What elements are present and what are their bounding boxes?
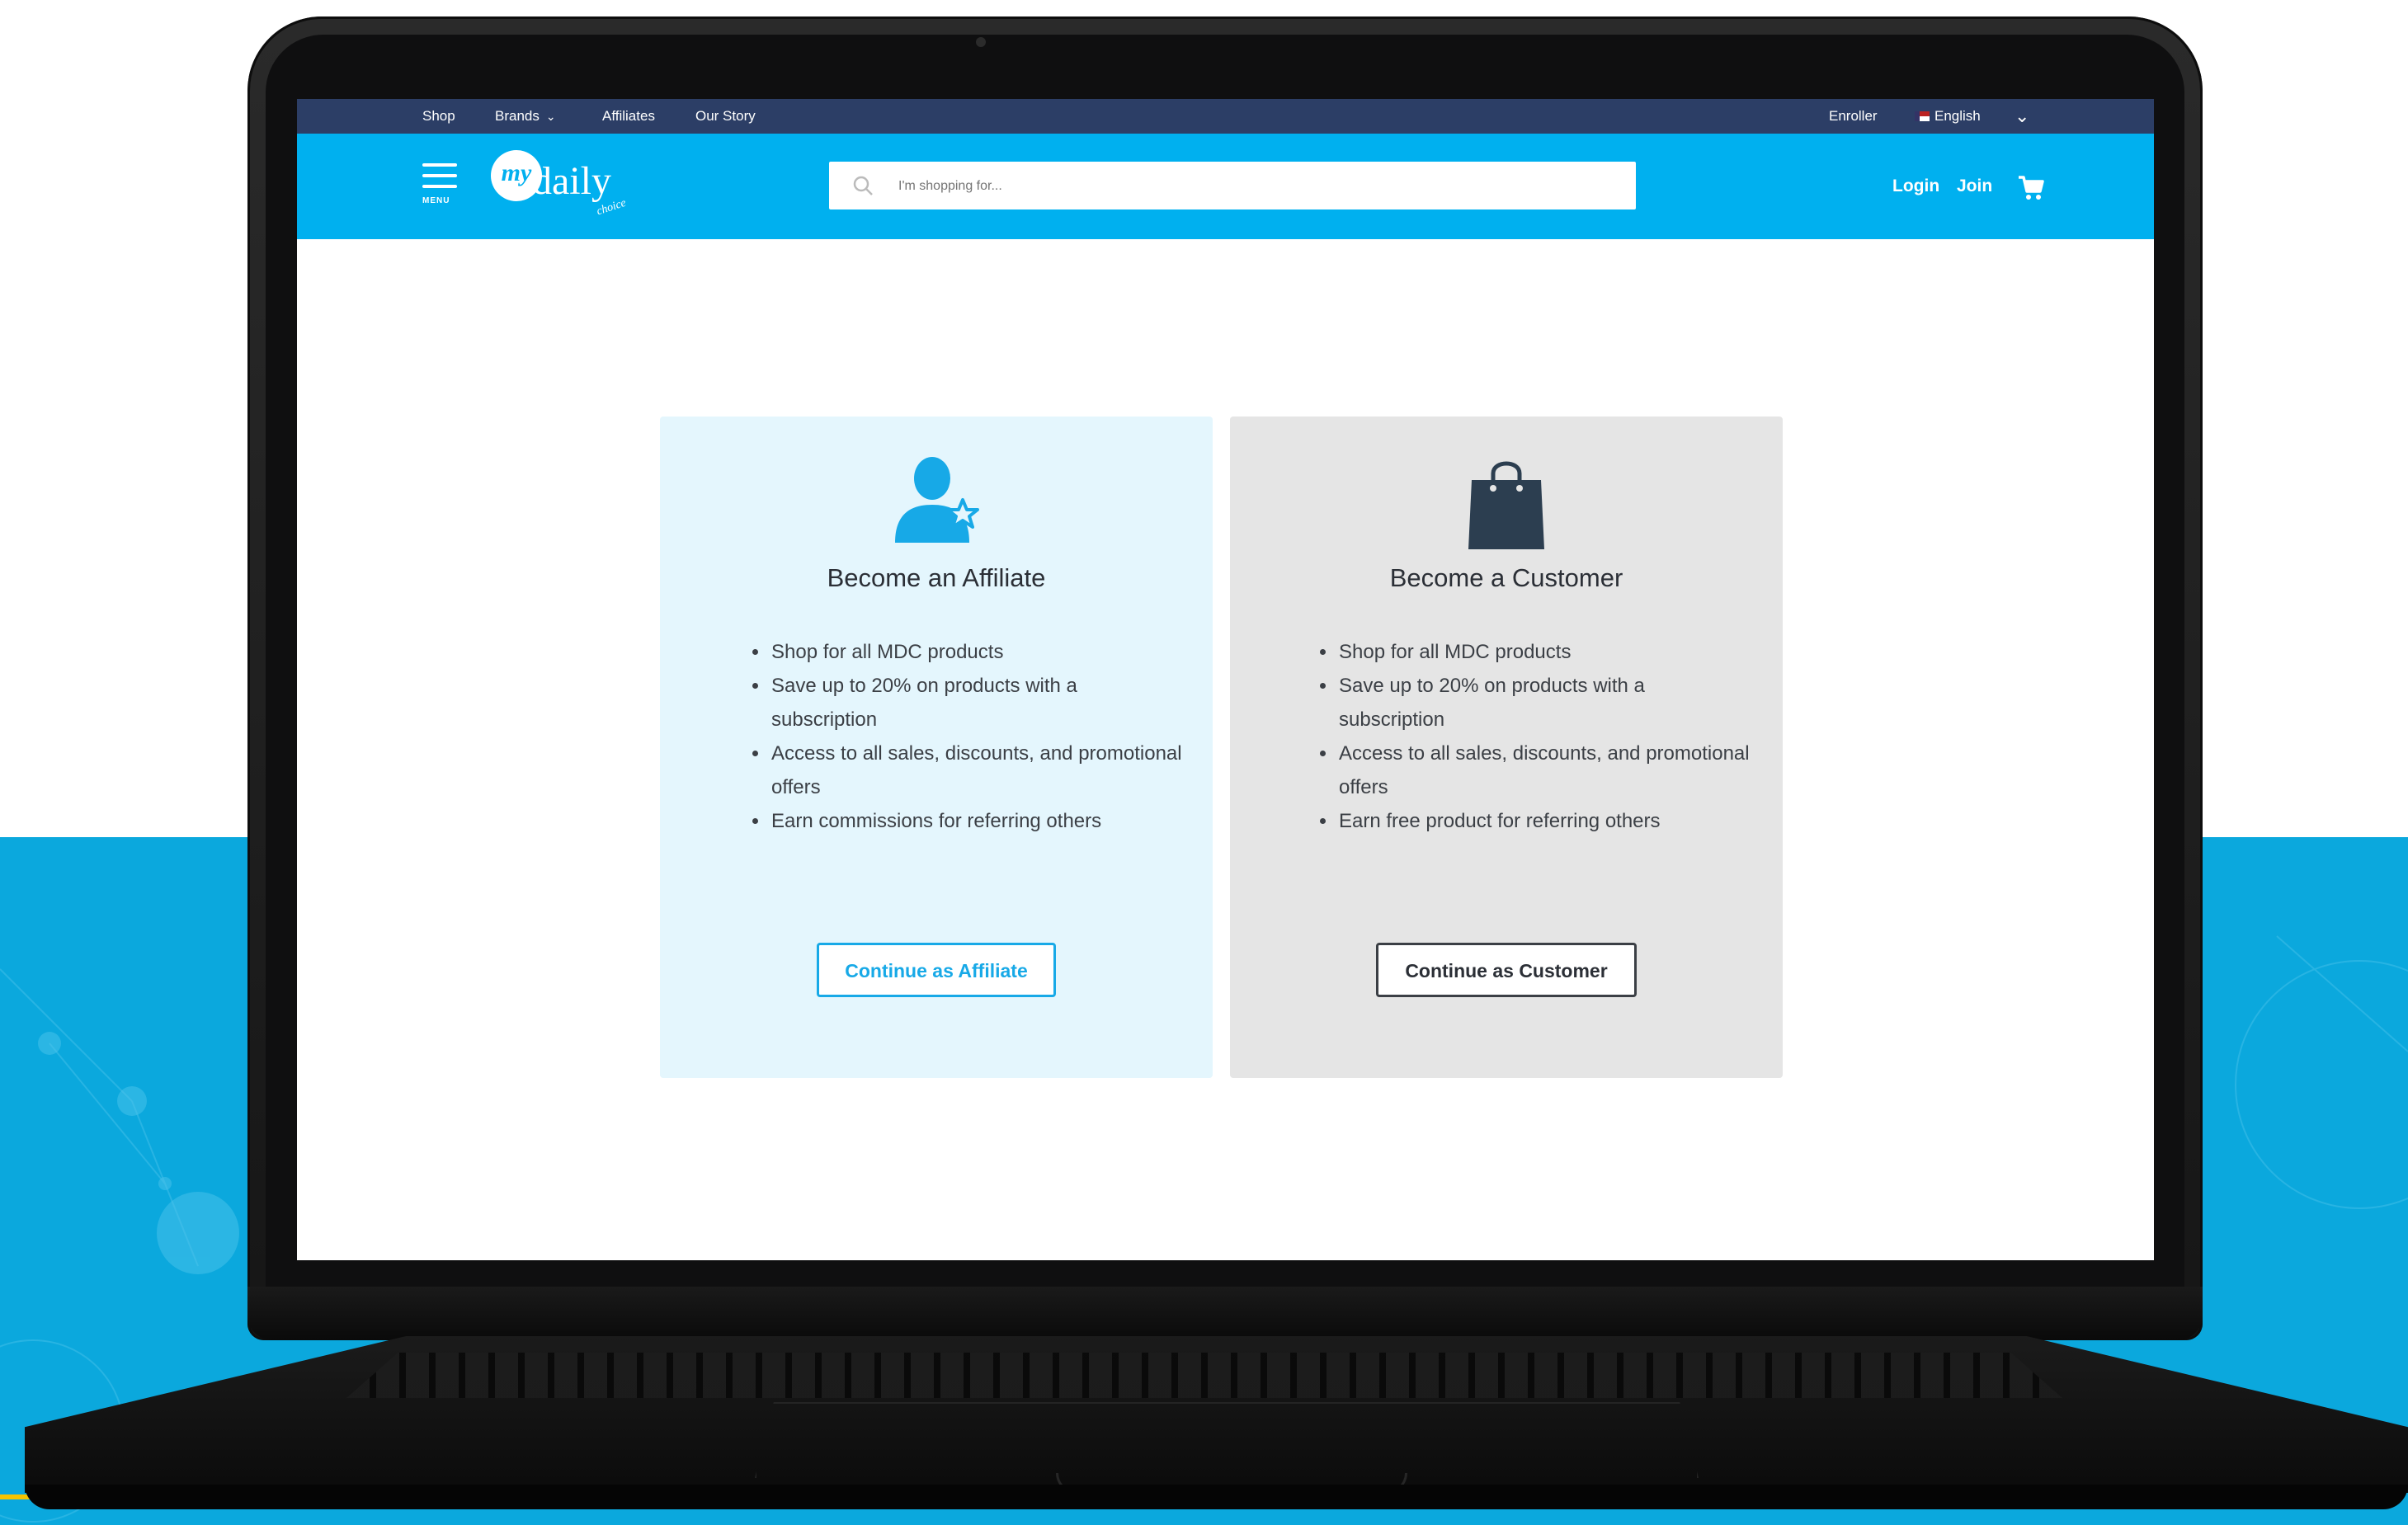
laptop-hinge [247,1287,2203,1340]
list-item: Access to all sales, discounts, and prom… [1337,737,1750,804]
customer-card: Become a Customer Shop for all MDC produ… [1230,417,1783,1078]
list-item: Earn free product for referring others [1337,804,1750,838]
join-link[interactable]: Join [1957,134,1992,239]
search-input[interactable] [897,162,1609,211]
chevron-down-icon: ⌄ [545,110,556,123]
shopping-bag-icon [1468,461,1544,549]
affiliate-title: Become an Affiliate [827,563,1046,592]
webcam [976,37,986,47]
language-label: English [1934,108,1981,124]
laptop-trackpad [755,1402,1699,1478]
menu-button[interactable]: MENU [422,163,459,209]
search-icon [853,176,873,195]
hamburger-icon [422,163,457,167]
laptop-screen: Shop Brands ⌄ Affiliates Our Story Enroll… [297,99,2154,1260]
customer-title: Become a Customer [1389,563,1623,592]
laptop-keyboard [346,1353,2062,1398]
top-nav-bar: Shop Brands ⌄ Affiliates Our Story Enroll… [297,99,2154,134]
list-item: Earn commissions for referring others [770,804,1182,838]
list-item: Save up to 20% on products with a subscr… [1337,669,1750,737]
language-selector[interactable]: English [1915,99,1981,134]
continue-as-customer-button[interactable]: Continue as Customer [1376,943,1637,997]
search-bar [829,162,1636,211]
customer-benefits-list: Shop for all MDC products Save up to 20%… [1314,635,1750,838]
affiliate-person-star-icon [895,457,979,543]
us-flag-icon [1915,111,1930,121]
nav-brands[interactable]: Brands ⌄ [495,99,556,134]
nav-brands-label: Brands [495,108,540,124]
hamburger-bar [422,185,457,188]
nav-affiliates[interactable]: Affiliates [602,99,655,134]
login-link[interactable]: Login [1892,134,1939,239]
menu-label: MENU [422,196,450,205]
list-item: Access to all sales, discounts, and prom… [770,737,1182,804]
affiliate-benefits-list: Shop for all MDC products Save up to 20%… [747,635,1182,838]
list-item: Shop for all MDC products [770,635,1182,669]
list-item: Shop for all MDC products [1337,635,1750,669]
affiliate-card: Become an Affiliate Shop for all MDC pro… [660,417,1213,1078]
logo-word: daily [532,159,611,203]
list-item: Save up to 20% on products with a subscr… [770,669,1182,737]
nav-shop[interactable]: Shop [422,99,455,134]
nav-our-story[interactable]: Our Story [695,99,756,134]
mydailychoice-logo[interactable]: my daily choice [491,150,656,224]
hamburger-bar [422,174,457,177]
continue-as-affiliate-button[interactable]: Continue as Affiliate [817,943,1056,997]
chevron-down-icon[interactable]: ⌄ [2015,99,2029,134]
nav-enroller[interactable]: Enroller [1829,99,1878,134]
cart-icon[interactable] [2017,175,2045,201]
main-header: MENU my daily choice Login Join [297,134,2154,239]
laptop-base-edge [25,1485,2408,1509]
